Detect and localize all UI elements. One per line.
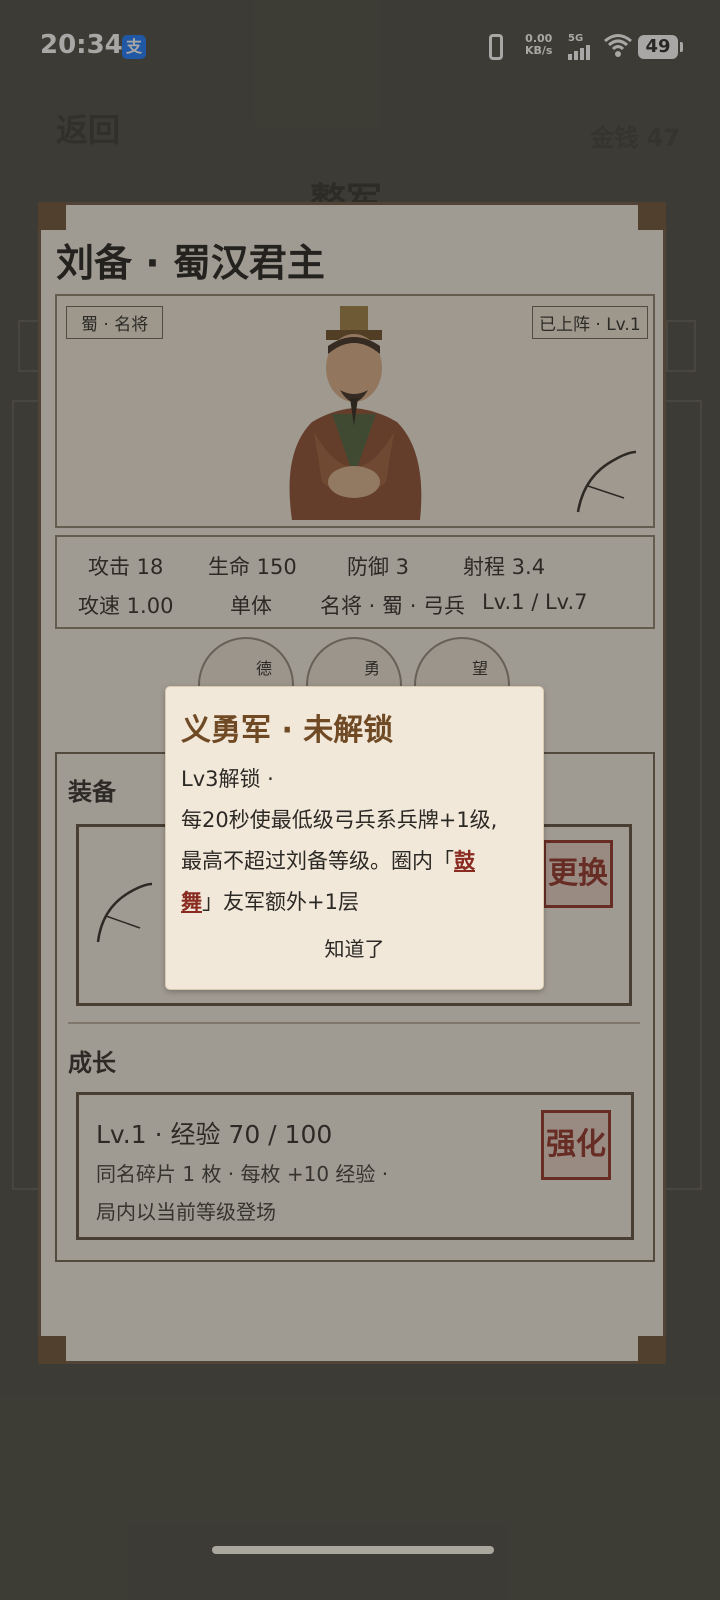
popup-line-3: 最高不超过刘备等级。圈内「鼓 (181, 841, 531, 882)
popup-line-2: 每20秒使最低级弓兵系兵牌+1级, (181, 808, 498, 832)
confirm-button[interactable]: 知道了 (166, 933, 543, 962)
popup-line-4-text: 」友军额外+1层 (202, 890, 359, 914)
popup-title: 义勇军 · 未解锁 (181, 713, 394, 748)
popup-line-4: 舞」友军额外+1层 (181, 882, 531, 923)
screen: 20:34 支 0.00 KB/s 5G 49 返回 金钱 47 整军 (0, 0, 720, 1600)
keyword-gu-link[interactable]: 鼓 (454, 849, 475, 873)
popup-body: Lv3解锁 · 每20秒使最低级弓兵系兵牌+1级, 最高不超过刘备等级。圈内「鼓… (181, 759, 531, 923)
keyword-wu-link[interactable]: 舞 (181, 890, 202, 914)
popup-line-1: Lv3解锁 · (181, 767, 274, 791)
popup-line-3-text: 最高不超过刘备等级。圈内「 (181, 849, 454, 873)
gesture-navigation-bar[interactable] (212, 1546, 494, 1554)
skill-info-popup: 义勇军 · 未解锁 Lv3解锁 · 每20秒使最低级弓兵系兵牌+1级, 最高不超… (165, 686, 544, 990)
